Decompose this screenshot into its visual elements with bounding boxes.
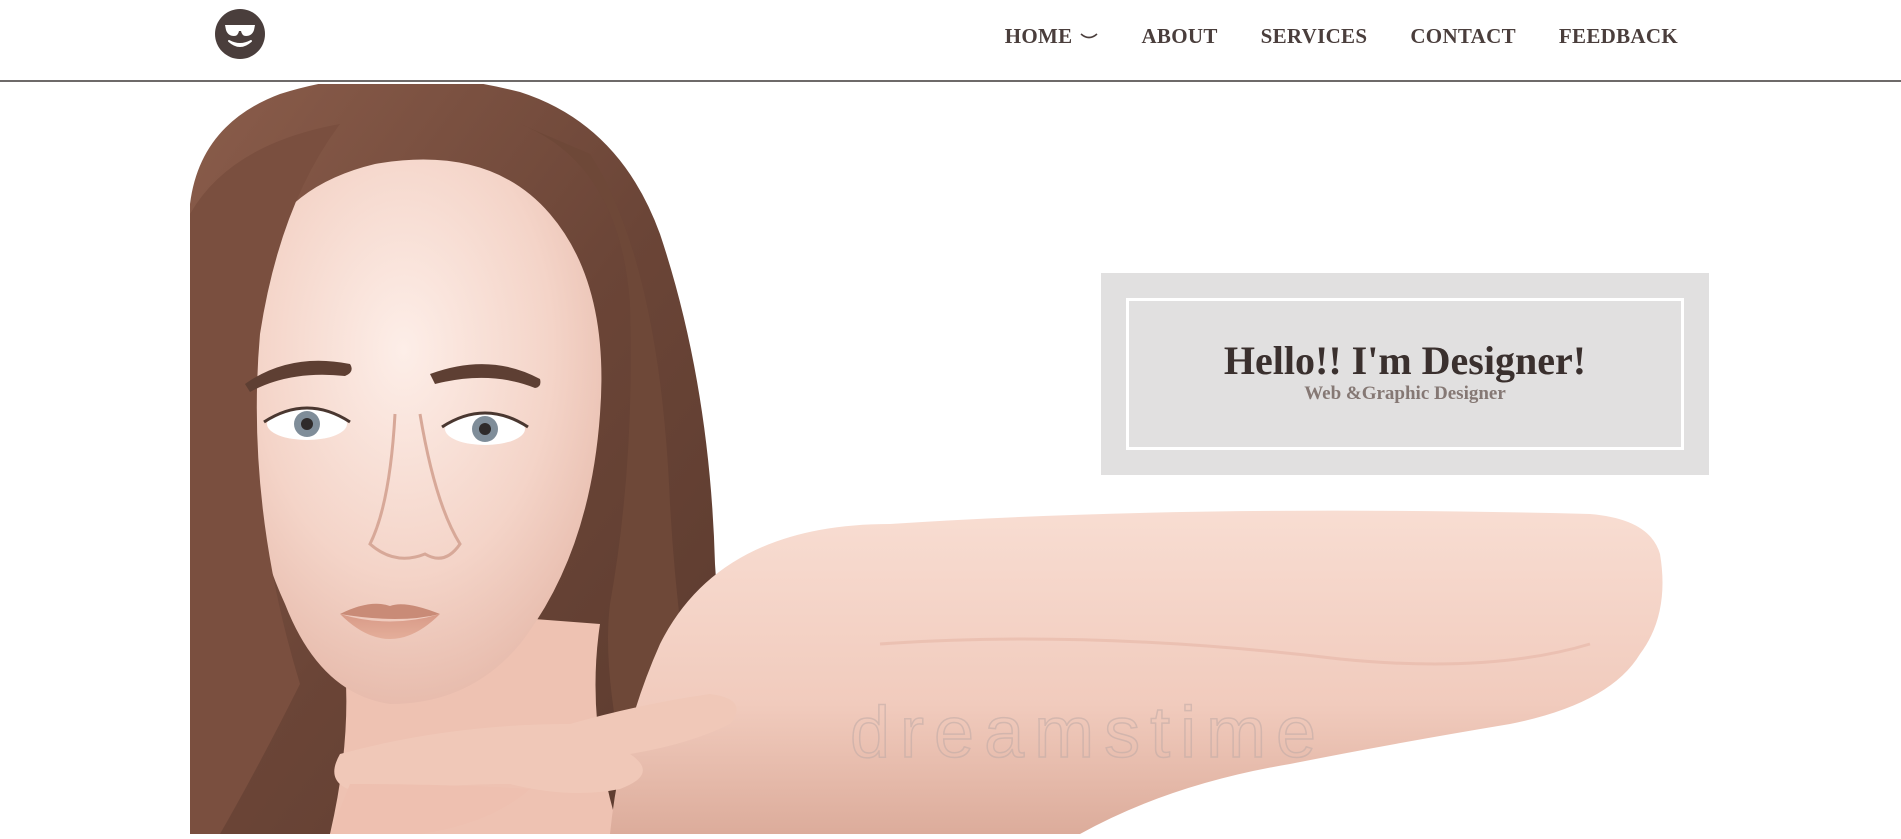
main-nav: HOME ABOUT SERVICES CONTACT FEEDBACK (1005, 24, 1678, 49)
chevron-down-icon (1080, 23, 1098, 48)
nav-item-label: CONTACT (1410, 24, 1516, 48)
nav-item-about[interactable]: ABOUT (1141, 24, 1217, 49)
navbar: HOME ABOUT SERVICES CONTACT FEEDBACK (0, 0, 1901, 82)
nav-item-label: FEEDBACK (1558, 24, 1678, 48)
nav-item-services[interactable]: SERVICES (1261, 24, 1368, 49)
nav-item-label: ABOUT (1141, 24, 1218, 48)
nav-item-label: HOME (1004, 24, 1073, 48)
hero-title: Hello!! I'm Designer! (1223, 338, 1587, 383)
page: HOME ABOUT SERVICES CONTACT FEEDBACK Hel… (0, 0, 1901, 839)
nav-item-contact[interactable]: CONTACT (1410, 24, 1516, 49)
intro-box: Hello!! I'm Designer! Web &Graphic Desig… (1101, 273, 1709, 475)
sunglasses-smiley-icon[interactable] (215, 9, 265, 59)
nav-item-home[interactable]: HOME (1005, 24, 1099, 49)
nav-item-label: SERVICES (1260, 24, 1368, 48)
hero-subtitle: Web &Graphic Designer (1304, 383, 1506, 404)
nav-item-feedback[interactable]: FEEDBACK (1559, 24, 1678, 49)
intro-frame: Hello!! I'm Designer! Web &Graphic Desig… (1126, 298, 1684, 450)
